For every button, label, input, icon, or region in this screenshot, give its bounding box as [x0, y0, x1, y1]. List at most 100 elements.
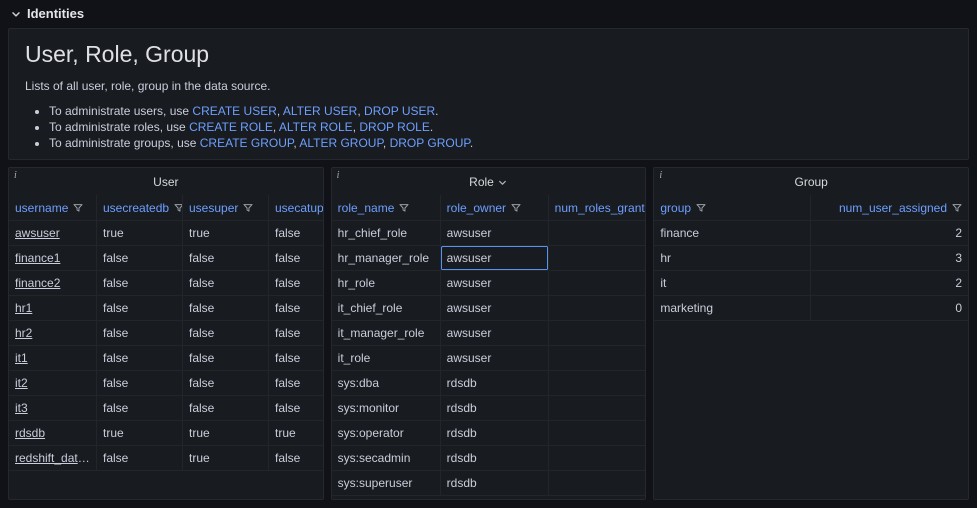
table-cell: it_chief_role [331, 296, 441, 321]
table-cell [548, 371, 646, 396]
column-header-role_owner[interactable]: role_owner [440, 195, 549, 221]
cell-link[interactable]: awsuser [15, 226, 60, 240]
table-cell[interactable]: hr2 [9, 321, 97, 346]
table-cell: false [97, 396, 183, 421]
table-cell[interactable]: finance2 [9, 271, 97, 296]
bullet-item: To administrate users, use CREATE USER, … [49, 103, 952, 119]
bullet-list: To administrate users, use CREATE USER, … [25, 103, 952, 151]
cell-link[interactable]: redshift_data_... [15, 451, 96, 465]
column-header-usecatupd[interactable]: usecatupd [269, 195, 323, 221]
sql-command-link[interactable]: DROP USER [364, 104, 435, 118]
filter-icon[interactable] [174, 203, 182, 213]
grafana-dashboard: Identities User, Role, Group Lists of al… [0, 0, 977, 508]
table-header-row: role_name role_owner num_roles_granted [331, 195, 646, 221]
table-cell[interactable]: redshift_data_... [9, 446, 97, 471]
column-header-group[interactable]: group [654, 195, 812, 221]
table-cell [548, 421, 646, 446]
panel-user: i User username usecreatedb usesuper usecatup… [8, 167, 324, 500]
sql-command-link[interactable]: ALTER ROLE [279, 120, 353, 134]
info-icon[interactable]: i [659, 170, 662, 181]
column-label: username [15, 200, 69, 215]
table-body: awsuser true true false finance1 false false fa… [9, 221, 323, 471]
table-cell: it_role [331, 346, 441, 371]
table-row: it_chief_role awsuser [331, 296, 646, 321]
table-cell[interactable]: it2 [9, 371, 97, 396]
cell-link[interactable]: it1 [15, 351, 28, 365]
filter-icon[interactable] [696, 203, 706, 213]
sql-command-link[interactable]: DROP GROUP [390, 136, 470, 150]
table-cell[interactable]: hr1 [9, 296, 97, 321]
table-cell [548, 471, 646, 496]
table-cell: true [269, 421, 323, 446]
table-cell: marketing [654, 296, 812, 321]
dashboard-row-header-identities[interactable]: Identities [0, 0, 977, 25]
table-cell: awsuser [440, 296, 549, 321]
cell-link[interactable]: rdsdb [15, 426, 45, 440]
info-icon[interactable]: i [337, 170, 340, 181]
filter-icon[interactable] [511, 203, 521, 213]
table-cell: it_manager_role [331, 321, 441, 346]
sql-command-link[interactable]: CREATE ROLE [189, 120, 273, 134]
panel-header-role[interactable]: Role [332, 168, 646, 195]
table-cell [548, 346, 646, 371]
table-row: sys:operator rdsdb [331, 421, 646, 446]
filter-icon[interactable] [952, 203, 962, 213]
table-cell[interactable]: awsuser [9, 221, 97, 246]
bullet-separator: . [435, 104, 439, 118]
table-cell[interactable]: finance1 [9, 246, 97, 271]
bullet-separator: . [469, 136, 474, 150]
cell-link[interactable]: hr2 [15, 326, 32, 340]
bullet-text: To administrate groups, use [49, 136, 200, 150]
table-cell[interactable]: it3 [9, 396, 97, 421]
cell-link[interactable]: hr1 [15, 301, 32, 315]
filter-icon[interactable] [243, 203, 253, 213]
info-icon[interactable]: i [14, 170, 17, 181]
bullet-separator: , [382, 136, 390, 150]
sql-command-link[interactable]: CREATE GROUP [200, 136, 294, 150]
sql-command-link[interactable]: ALTER USER [283, 104, 357, 118]
panel-group: i Group group num_user_assigned finance 2 hr 3 i… [653, 167, 970, 500]
column-header-num_user_assigned[interactable]: num_user_assigned [811, 195, 969, 221]
table-row: hr2 false false false [9, 321, 323, 346]
table-cell: false [269, 221, 323, 246]
table-row: awsuser true true false [9, 221, 323, 246]
table-cell: false [97, 246, 183, 271]
cell-link[interactable]: it3 [15, 401, 28, 415]
cell-link[interactable]: it2 [15, 376, 28, 390]
table-cell: false [97, 346, 183, 371]
panel-header-user[interactable]: User [9, 168, 323, 195]
selected-cell[interactable]: awsuser [440, 246, 549, 271]
table-cell: awsuser [440, 321, 549, 346]
table-row: hr_chief_role awsuser [331, 221, 646, 246]
sql-command-link[interactable]: ALTER GROUP [299, 136, 383, 150]
panel-title-role: Role [469, 174, 494, 189]
sql-command-link[interactable]: CREATE USER [192, 104, 276, 118]
cell-link[interactable]: finance1 [15, 251, 60, 265]
table-cell: false [269, 396, 323, 421]
column-header-usesuper[interactable]: usesuper [183, 195, 269, 221]
column-label: usesuper [189, 200, 239, 215]
table-cell: false [97, 296, 183, 321]
table-cell[interactable]: it1 [9, 346, 97, 371]
table-row: finance2 false false false [9, 271, 323, 296]
table-header-row: username usecreatedb usesuper usecatupd [9, 195, 323, 221]
table-row: finance1 false false false [9, 246, 323, 271]
table-cell: true [183, 446, 269, 471]
sql-command-link[interactable]: DROP ROLE [359, 120, 429, 134]
cell-link[interactable]: finance2 [15, 276, 60, 290]
bullet-item: To administrate roles, use CREATE ROLE, … [49, 119, 952, 135]
table-cell: false [183, 346, 269, 371]
filter-icon[interactable] [73, 203, 83, 213]
table-row: sys:monitor rdsdb [331, 396, 646, 421]
table-row: hr1 false false false [9, 296, 323, 321]
column-label: usecatupd [275, 200, 323, 215]
table-cell: hr_role [331, 271, 441, 296]
table-cell[interactable]: rdsdb [9, 421, 97, 446]
filter-icon[interactable] [399, 203, 409, 213]
column-header-username[interactable]: username [9, 195, 97, 221]
table-row: hr 3 [654, 246, 969, 271]
column-header-role_name[interactable]: role_name [331, 195, 441, 221]
panel-header-group[interactable]: Group [654, 168, 968, 195]
column-header-num_roles_granted[interactable]: num_roles_granted [548, 195, 646, 221]
column-header-usecreatedb[interactable]: usecreatedb [97, 195, 183, 221]
